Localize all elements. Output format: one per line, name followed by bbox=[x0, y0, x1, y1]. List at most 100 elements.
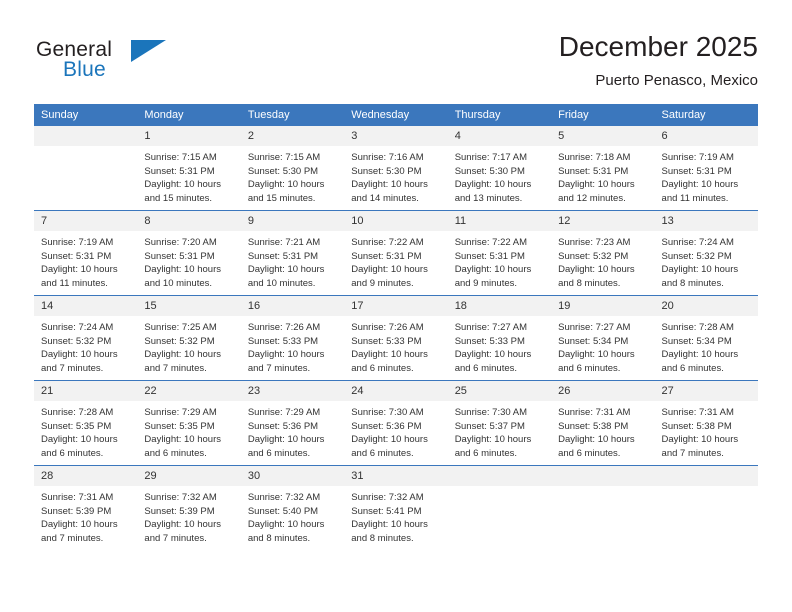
calendar-day-cell[interactable]: 10 Sunrise: 7:22 AM Sunset: 5:31 PM Dayligh… bbox=[344, 210, 448, 296]
calendar-day-cell[interactable]: 27 Sunrise: 7:31 AM Sunset: 5:38 PM Dayligh… bbox=[654, 380, 758, 466]
sunrise-text: Sunrise: 7:26 AM bbox=[247, 322, 321, 333]
calendar-day-cell[interactable]: 8 Sunrise: 7:20 AM Sunset: 5:31 PM Daylight… bbox=[137, 210, 241, 296]
sunrise-text: Sunrise: 7:22 AM bbox=[351, 237, 424, 248]
calendar-day-cell[interactable]: 18 Sunrise: 7:27 AM Sunset: 5:33 PM Dayligh… bbox=[447, 295, 552, 381]
daylight-text-line2: and 6 minutes. bbox=[351, 447, 414, 459]
calendar-day-cell[interactable]: 20 Sunrise: 7:28 AM Sunset: 5:34 PM Dayligh… bbox=[654, 295, 758, 381]
calendar-day-cell[interactable]: 29 Sunrise: 7:32 AM Sunset: 5:39 PM Dayligh… bbox=[137, 465, 241, 550]
day-details: Sunrise: 7:31 AM Sunset: 5:38 PM Daylight:… bbox=[551, 401, 654, 460]
calendar-day-cell[interactable]: 15 Sunrise: 7:25 AM Sunset: 5:32 PM Dayligh… bbox=[137, 295, 241, 381]
day-number: 24 bbox=[344, 381, 448, 401]
sunset-text: Sunset: 5:36 PM bbox=[247, 420, 319, 432]
brand-logo[interactable]: General Blue bbox=[36, 38, 256, 90]
calendar-day-cell[interactable]: 17 Sunrise: 7:26 AM Sunset: 5:33 PM Dayligh… bbox=[344, 295, 448, 381]
calendar-day-cell[interactable]: 26 Sunrise: 7:31 AM Sunset: 5:38 PM Dayligh… bbox=[551, 380, 655, 466]
daylight-text-line1: Daylight: 10 hours bbox=[41, 434, 118, 446]
calendar-day-cell[interactable]: 13 Sunrise: 7:24 AM Sunset: 5:32 PM Dayligh… bbox=[654, 210, 758, 296]
day-details: Sunrise: 7:29 AM Sunset: 5:36 PM Daylight:… bbox=[241, 401, 344, 460]
calendar-day-cell[interactable]: 1 Sunrise: 7:15 AM Sunset: 5:31 PM Daylight… bbox=[137, 126, 241, 211]
triangle-flag-icon bbox=[131, 40, 166, 62]
calendar-cell-empty bbox=[551, 465, 655, 550]
sunrise-text: Sunrise: 7:32 AM bbox=[351, 492, 424, 503]
weekday-header-thursday: Thursday bbox=[447, 104, 552, 126]
calendar-day-cell[interactable]: 12 Sunrise: 7:23 AM Sunset: 5:32 PM Dayligh… bbox=[551, 210, 655, 296]
daylight-text-line1: Daylight: 10 hours bbox=[247, 519, 325, 531]
daylight-text-line2: and 7 minutes. bbox=[41, 532, 104, 544]
sunrise-text: Sunrise: 7:32 AM bbox=[247, 492, 321, 503]
sunset-text: Sunset: 5:32 PM bbox=[41, 335, 112, 347]
sunset-text: Sunset: 5:34 PM bbox=[661, 335, 732, 347]
daylight-text-line1: Daylight: 10 hours bbox=[144, 179, 221, 191]
sunset-text: Sunset: 5:31 PM bbox=[661, 165, 732, 177]
calendar-day-cell[interactable]: 2 Sunrise: 7:15 AM Sunset: 5:30 PM Daylight… bbox=[240, 126, 345, 211]
day-details: Sunrise: 7:25 AM Sunset: 5:32 PM Daylight:… bbox=[137, 316, 240, 375]
day-number: 5 bbox=[551, 126, 655, 146]
day-number bbox=[447, 466, 552, 486]
daylight-text-line1: Daylight: 10 hours bbox=[661, 264, 739, 276]
calendar-day-cell[interactable]: 3 Sunrise: 7:16 AM Sunset: 5:30 PM Daylight… bbox=[344, 126, 448, 211]
day-number bbox=[551, 466, 655, 486]
sunrise-text: Sunrise: 7:24 AM bbox=[661, 237, 734, 248]
daylight-text-line1: Daylight: 10 hours bbox=[351, 434, 428, 446]
calendar-day-cell[interactable]: 25 Sunrise: 7:30 AM Sunset: 5:37 PM Dayligh… bbox=[447, 380, 552, 466]
daylight-text-line2: and 14 minutes. bbox=[351, 192, 419, 204]
sunrise-text: Sunrise: 7:19 AM bbox=[41, 237, 114, 248]
day-details: Sunrise: 7:15 AM Sunset: 5:31 PM Daylight:… bbox=[137, 146, 240, 205]
calendar-day-cell[interactable]: 6 Sunrise: 7:19 AM Sunset: 5:31 PM Daylight… bbox=[654, 126, 758, 211]
calendar-day-cell[interactable]: 28 Sunrise: 7:31 AM Sunset: 5:39 PM Dayligh… bbox=[34, 465, 138, 550]
day-number: 21 bbox=[34, 381, 138, 401]
day-details: Sunrise: 7:16 AM Sunset: 5:30 PM Daylight:… bbox=[344, 146, 447, 205]
day-details: Sunrise: 7:32 AM Sunset: 5:41 PM Daylight:… bbox=[344, 486, 447, 545]
daylight-text-line2: and 15 minutes. bbox=[247, 192, 316, 204]
daylight-text-line2: and 7 minutes. bbox=[247, 362, 311, 374]
daylight-text-line1: Daylight: 10 hours bbox=[41, 519, 118, 531]
calendar-day-cell[interactable]: 23 Sunrise: 7:29 AM Sunset: 5:36 PM Dayligh… bbox=[240, 380, 345, 466]
sunset-text: Sunset: 5:37 PM bbox=[454, 420, 525, 432]
calendar-day-cell[interactable]: 19 Sunrise: 7:27 AM Sunset: 5:34 PM Dayligh… bbox=[551, 295, 655, 381]
day-number: 2 bbox=[240, 126, 345, 146]
weekday-header-friday: Friday bbox=[551, 104, 655, 126]
calendar-day-cell[interactable]: 14 Sunrise: 7:24 AM Sunset: 5:32 PM Dayligh… bbox=[34, 295, 138, 381]
sunset-text: Sunset: 5:31 PM bbox=[558, 165, 629, 177]
day-details: Sunrise: 7:26 AM Sunset: 5:33 PM Daylight:… bbox=[344, 316, 447, 375]
daylight-text-line2: and 9 minutes. bbox=[454, 277, 518, 289]
day-details: Sunrise: 7:23 AM Sunset: 5:32 PM Daylight:… bbox=[551, 231, 654, 290]
day-number: 16 bbox=[240, 296, 345, 316]
calendar-day-cell[interactable]: 11 Sunrise: 7:22 AM Sunset: 5:31 PM Dayligh… bbox=[447, 210, 552, 296]
daylight-text-line1: Daylight: 10 hours bbox=[247, 349, 325, 361]
day-number: 31 bbox=[344, 466, 448, 486]
calendar-day-cell[interactable]: 4 Sunrise: 7:17 AM Sunset: 5:30 PM Daylight… bbox=[447, 126, 552, 211]
calendar-week-row: 1 Sunrise: 7:15 AM Sunset: 5:31 PM Daylight… bbox=[34, 126, 758, 211]
day-number: 3 bbox=[344, 126, 448, 146]
day-details: Sunrise: 7:31 AM Sunset: 5:38 PM Daylight:… bbox=[655, 401, 758, 460]
day-number: 14 bbox=[34, 296, 138, 316]
calendar-day-cell[interactable]: 31 Sunrise: 7:32 AM Sunset: 5:41 PM Dayligh… bbox=[344, 465, 448, 550]
day-details: Sunrise: 7:26 AM Sunset: 5:33 PM Daylight:… bbox=[241, 316, 344, 375]
sunset-text: Sunset: 5:38 PM bbox=[558, 420, 629, 432]
sunset-text: Sunset: 5:35 PM bbox=[41, 420, 112, 432]
day-details: Sunrise: 7:24 AM Sunset: 5:32 PM Daylight:… bbox=[655, 231, 758, 290]
calendar-day-cell[interactable]: 9 Sunrise: 7:21 AM Sunset: 5:31 PM Daylight… bbox=[240, 210, 345, 296]
calendar-day-cell[interactable]: 21 Sunrise: 7:28 AM Sunset: 5:35 PM Dayligh… bbox=[34, 380, 138, 466]
calendar-day-cell[interactable]: 22 Sunrise: 7:29 AM Sunset: 5:35 PM Dayligh… bbox=[137, 380, 241, 466]
sunset-text: Sunset: 5:32 PM bbox=[558, 250, 629, 262]
calendar-day-cell[interactable]: 30 Sunrise: 7:32 AM Sunset: 5:40 PM Dayligh… bbox=[240, 465, 345, 550]
daylight-text-line2: and 10 minutes. bbox=[247, 277, 316, 289]
daylight-text-line1: Daylight: 10 hours bbox=[247, 179, 325, 191]
daylight-text-line2: and 6 minutes. bbox=[454, 447, 518, 459]
day-number: 30 bbox=[240, 466, 345, 486]
day-number: 22 bbox=[137, 381, 241, 401]
daylight-text-line2: and 7 minutes. bbox=[661, 447, 724, 459]
day-number bbox=[34, 126, 138, 146]
calendar-day-cell[interactable]: 7 Sunrise: 7:19 AM Sunset: 5:31 PM Daylight… bbox=[34, 210, 138, 296]
day-details: Sunrise: 7:22 AM Sunset: 5:31 PM Daylight:… bbox=[344, 231, 447, 290]
daylight-text-line1: Daylight: 10 hours bbox=[144, 519, 221, 531]
calendar-day-cell[interactable]: 24 Sunrise: 7:30 AM Sunset: 5:36 PM Dayligh… bbox=[344, 380, 448, 466]
daylight-text-line2: and 13 minutes. bbox=[454, 192, 523, 204]
day-details: Sunrise: 7:15 AM Sunset: 5:30 PM Daylight:… bbox=[241, 146, 344, 205]
calendar-day-cell[interactable]: 16 Sunrise: 7:26 AM Sunset: 5:33 PM Dayligh… bbox=[240, 295, 345, 381]
daylight-text-line2: and 6 minutes. bbox=[247, 447, 311, 459]
brand-name-blue: Blue bbox=[63, 58, 106, 81]
day-details: Sunrise: 7:19 AM Sunset: 5:31 PM Daylight:… bbox=[34, 231, 137, 290]
calendar-day-cell[interactable]: 5 Sunrise: 7:18 AM Sunset: 5:31 PM Daylight… bbox=[551, 126, 655, 211]
